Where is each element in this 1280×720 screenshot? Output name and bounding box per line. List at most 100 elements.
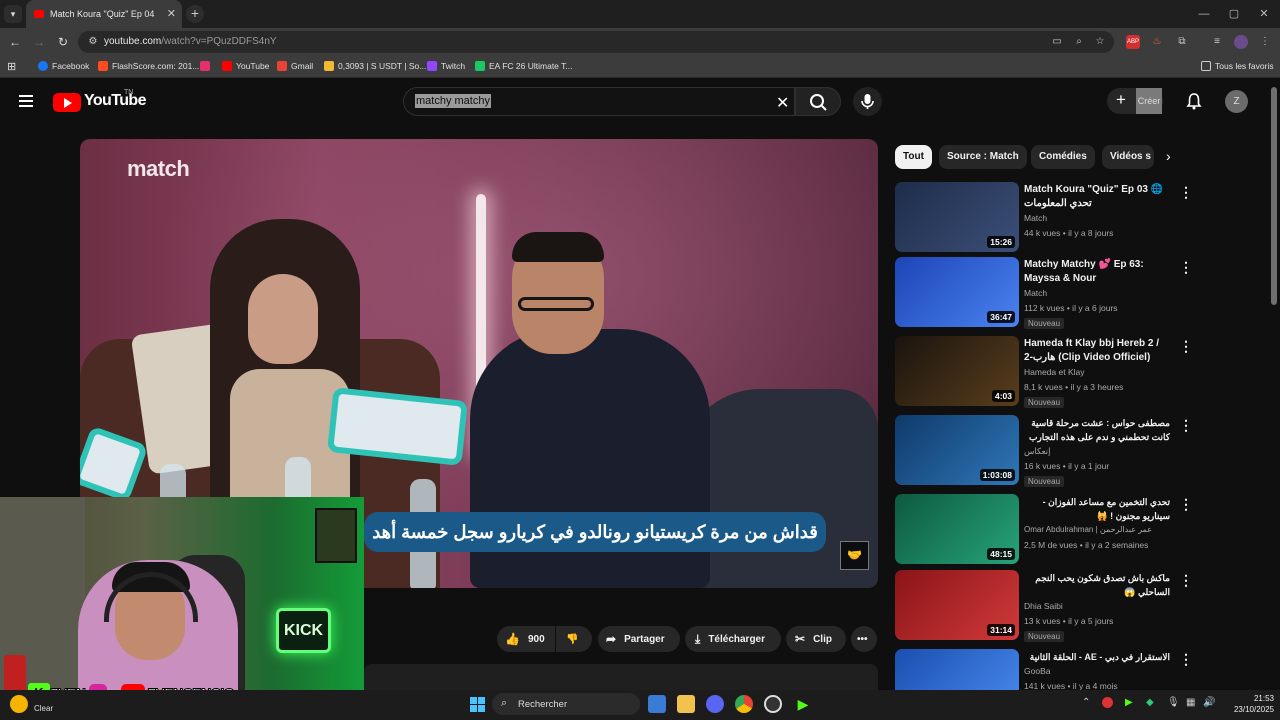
youtube-logo-icon[interactable] — [53, 93, 81, 112]
video-title[interactable]: Matchy Matchy 💕 Ep 63: Mayssa & Nour — [1024, 258, 1170, 286]
forward-icon[interactable]: → — [31, 34, 47, 50]
share-button[interactable]: ➦ Partager — [598, 626, 680, 652]
video-title[interactable]: ماكش باش تصدق شكون يحب النجم الساحلي 😱 — [1024, 571, 1170, 599]
weather-text[interactable]: Clear — [34, 704, 53, 713]
video-thumbnail[interactable]: 4:03 — [895, 336, 1019, 406]
tab-active[interactable]: Match Koura "Quiz" Ep 04 ✕ — [26, 0, 182, 28]
reload-icon[interactable]: ↻ — [55, 34, 71, 50]
menu-dots-icon[interactable]: ⋮ — [1258, 35, 1272, 49]
tray-kick-icon[interactable]: ▶ — [1125, 697, 1133, 708]
store-icon[interactable] — [648, 695, 666, 713]
file-explorer-icon[interactable] — [677, 695, 695, 713]
voice-search-button[interactable] — [853, 87, 882, 116]
bookmark-flashscore[interactable]: FlashScore.com: 201... — [98, 61, 199, 71]
tab-search-icon[interactable]: ▾ — [4, 5, 22, 23]
dislike-button[interactable]: 👎 — [556, 626, 592, 652]
more-vertical-icon[interactable]: ⋮ — [1179, 184, 1193, 201]
tray-volume-icon[interactable]: 🔊 — [1203, 697, 1215, 708]
download-button[interactable]: ⤓ Télécharger — [685, 626, 781, 652]
bookmark-eafc[interactable]: EA FC 26 Ultimate T... — [475, 61, 572, 71]
tray-mic-icon[interactable]: 🎙 — [1167, 697, 1180, 708]
channel-name[interactable]: Omar Abdulrahman | عمر عبدالرحمن — [1024, 525, 1152, 534]
back-icon[interactable]: ← — [7, 34, 23, 50]
chip-source-match[interactable]: Source : Match — [939, 145, 1027, 169]
new-tab-button[interactable]: + — [186, 5, 204, 23]
video-thumbnail[interactable]: 31:14 — [895, 570, 1019, 640]
adblock-icon[interactable]: ABP — [1126, 35, 1140, 49]
list-item[interactable]: 15:26 Match Koura "Quiz" Ep 03 🌐 تحدي ال… — [895, 182, 1195, 254]
bookmark-star-icon[interactable]: ☆ — [1093, 35, 1107, 49]
search-query[interactable]: matchy matchy — [415, 94, 491, 108]
more-vertical-icon[interactable]: ⋮ — [1179, 572, 1193, 589]
tray-chevron-icon[interactable]: ⌃ — [1082, 697, 1090, 708]
bookmark-facebook[interactable]: Facebook — [38, 61, 89, 71]
create-label[interactable]: Créer — [1136, 88, 1162, 114]
chip-videos[interactable]: Vidéos s — [1102, 145, 1154, 169]
avatar[interactable]: Z — [1225, 90, 1248, 113]
minimize-button[interactable]: — — [1188, 0, 1220, 28]
reading-list-icon[interactable]: ≡ — [1210, 35, 1224, 49]
video-thumbnail[interactable]: 15:26 — [895, 182, 1019, 252]
kick-app-icon[interactable]: ▶ — [794, 695, 812, 713]
windows-start-icon[interactable] — [470, 697, 485, 712]
video-title[interactable]: Match Koura "Quiz" Ep 03 🌐 تحدي المعلوما… — [1024, 183, 1170, 211]
channel-name[interactable]: إنعكاس — [1024, 446, 1051, 457]
discord-icon[interactable] — [706, 695, 724, 713]
more-vertical-icon[interactable]: ⋮ — [1179, 417, 1193, 434]
search-button[interactable] — [795, 87, 841, 116]
video-thumbnail[interactable]: 1:03:08 — [895, 415, 1019, 485]
video-thumbnail[interactable] — [895, 649, 1019, 690]
channel-name[interactable]: Match — [1024, 213, 1047, 223]
video-title[interactable]: الاستقرار في دبي - AE - الحلقة الثانية — [1024, 650, 1170, 664]
apps-grid-icon[interactable]: ⊞ — [7, 60, 16, 73]
list-item[interactable]: 31:14 ماكش باش تصدق شكون يحب النجم الساح… — [895, 570, 1195, 642]
channel-branding-icon[interactable]: 🤝 — [840, 541, 869, 570]
like-button[interactable]: 👍 900 — [497, 626, 555, 652]
video-title[interactable]: تحدي التخمين مع مساعد الفوزان - سيناريو … — [1024, 495, 1170, 523]
maximize-button[interactable]: ▢ — [1218, 0, 1250, 28]
channel-name[interactable]: Match — [1024, 288, 1047, 298]
all-bookmarks[interactable]: Tous les favoris — [1201, 61, 1274, 71]
bookmark-youtube[interactable]: YouTube — [222, 61, 269, 71]
clear-search-icon[interactable]: ✕ — [776, 93, 789, 113]
url-text[interactable]: youtube.com/watch?v=PQuzDDFS4nY — [104, 36, 277, 47]
more-vertical-icon[interactable]: ⋮ — [1179, 338, 1193, 355]
cast-icon[interactable]: ▭ — [1050, 35, 1064, 49]
taskbar-search-placeholder[interactable]: Rechercher — [518, 699, 567, 710]
more-vertical-icon[interactable]: ⋮ — [1179, 496, 1193, 513]
bookmark-twitch[interactable]: Twitch — [427, 61, 465, 71]
extensions-icon[interactable]: ⧉ — [1175, 35, 1189, 49]
channel-name[interactable]: GooBa — [1024, 666, 1050, 676]
channel-name[interactable]: Dhia Saibi — [1024, 601, 1063, 611]
tray-nvidia-icon[interactable]: ◆ — [1146, 697, 1154, 708]
video-thumbnail[interactable]: 36:47 — [895, 257, 1019, 327]
bookmark-usdt[interactable]: 0,3093 | S USDT | So... — [324, 61, 426, 71]
profile-icon[interactable] — [1234, 35, 1248, 49]
channel-name[interactable]: Hameda et Klay — [1024, 367, 1084, 377]
weather-icon[interactable] — [10, 695, 28, 713]
close-window-button[interactable]: ✕ — [1248, 0, 1280, 28]
youtube-logo-text[interactable]: YouTube — [84, 92, 146, 110]
clip-button[interactable]: ✂ Clip — [786, 626, 846, 652]
list-item[interactable]: 48:15 تحدي التخمين مع مساعد الفوزان - سي… — [895, 494, 1195, 566]
extension-fire-icon[interactable]: ♨ — [1150, 35, 1164, 49]
more-actions-button[interactable]: ••• — [851, 626, 877, 652]
list-item[interactable]: 36:47 Matchy Matchy 💕 Ep 63: Mayssa & No… — [895, 257, 1195, 329]
chip-comedies[interactable]: Comédies — [1031, 145, 1095, 169]
zoom-icon[interactable]: ⌕ — [1072, 35, 1086, 49]
list-item[interactable]: 4:03 Hameda ft Klay bbj Hereb 2 / هارب-2… — [895, 336, 1195, 408]
video-title[interactable]: Hameda ft Klay bbj Hereb 2 / هارب-2 (Cli… — [1024, 337, 1170, 365]
list-item[interactable]: الاستقرار في دبي - AE - الحلقة الثانية G… — [895, 649, 1195, 690]
tray-app-icon[interactable] — [1102, 697, 1113, 708]
notifications-bell-icon[interactable] — [1186, 92, 1202, 113]
more-vertical-icon[interactable]: ⋮ — [1179, 651, 1193, 668]
description-box[interactable] — [364, 664, 878, 690]
chip-all[interactable]: Tout — [895, 145, 932, 169]
chevron-right-icon[interactable]: › — [1166, 148, 1171, 164]
taskbar-clock[interactable]: 21:53 23/10/2025 — [1226, 693, 1274, 715]
menu-icon[interactable] — [19, 95, 33, 107]
list-item[interactable]: 1:03:08 مصطفى حواس : عشت مرحلة قاسية كان… — [895, 415, 1195, 487]
video-thumbnail[interactable]: 48:15 — [895, 494, 1019, 564]
bookmark-instagram[interactable] — [200, 61, 214, 71]
tray-network-icon[interactable]: ▦ — [1186, 697, 1195, 708]
